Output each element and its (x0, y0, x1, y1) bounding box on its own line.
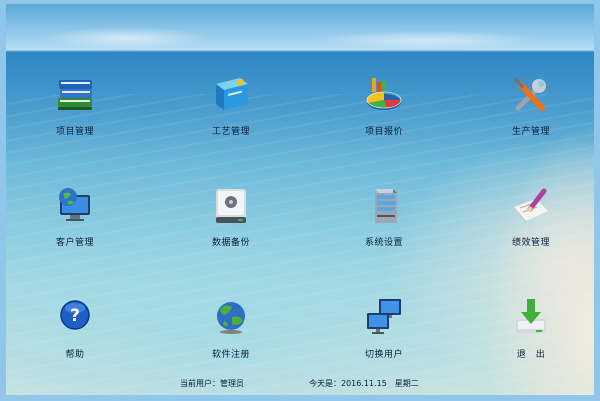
process-mgmt-label: 工艺管理 (211, 127, 250, 137)
exit-button[interactable]: 退 出 (476, 297, 586, 367)
svg-text:?: ? (70, 306, 80, 326)
performance-mgmt-button[interactable]: 绩效管理 (476, 185, 586, 255)
help-label: 帮助 (65, 350, 85, 360)
pie-chart-icon (366, 78, 402, 110)
switch-user-label: 切换用户 (364, 350, 403, 360)
production-mgmt-button[interactable]: 生产管理 (476, 74, 586, 144)
current-user-text: 当前用户：管理员 (180, 379, 244, 388)
main-menu-window: 项目管理 工艺管理 项目报价 生产管理 客户管理 数据备份 系统设置 绩效管理 … (0, 0, 600, 401)
tools-icon (514, 78, 546, 111)
switch-user-button[interactable]: 切换用户 (329, 297, 439, 367)
help-icon: ? (60, 300, 90, 330)
customer-mgmt-label: 客户管理 (55, 238, 94, 248)
software-register-button[interactable]: 软件注册 (176, 297, 286, 367)
system-settings-button[interactable]: 系统设置 (329, 185, 439, 255)
exit-label: 退 出 (516, 350, 546, 360)
pencil-document-icon (514, 188, 548, 223)
project-quote-label: 项目报价 (364, 127, 403, 137)
date-text: 今天是：2016.11.15 星期二 (309, 379, 419, 388)
performance-mgmt-label: 绩效管理 (511, 238, 550, 248)
project-quote-button[interactable]: 项目报价 (329, 74, 439, 144)
help-button[interactable]: ? 帮助 (20, 297, 130, 367)
book-blue-icon (216, 78, 248, 110)
server-icon (375, 189, 397, 223)
books-stack-icon (58, 80, 92, 110)
project-mgmt-label: 项目管理 (55, 127, 94, 137)
network-monitors-icon (367, 299, 401, 334)
process-mgmt-button[interactable]: 工艺管理 (176, 74, 286, 144)
production-mgmt-label: 生产管理 (511, 127, 550, 137)
download-arrow-icon (516, 299, 546, 333)
data-backup-button[interactable]: 数据备份 (176, 185, 286, 255)
sky-background (6, 4, 594, 52)
globe-icon (217, 302, 245, 334)
system-settings-label: 系统设置 (364, 238, 403, 248)
data-backup-label: 数据备份 (211, 238, 250, 248)
project-mgmt-button[interactable]: 项目管理 (20, 74, 130, 144)
software-register-label: 软件注册 (211, 350, 250, 360)
hard-drive-icon (216, 189, 246, 223)
globe-monitor-icon (59, 188, 90, 221)
customer-mgmt-button[interactable]: 客户管理 (20, 185, 130, 255)
